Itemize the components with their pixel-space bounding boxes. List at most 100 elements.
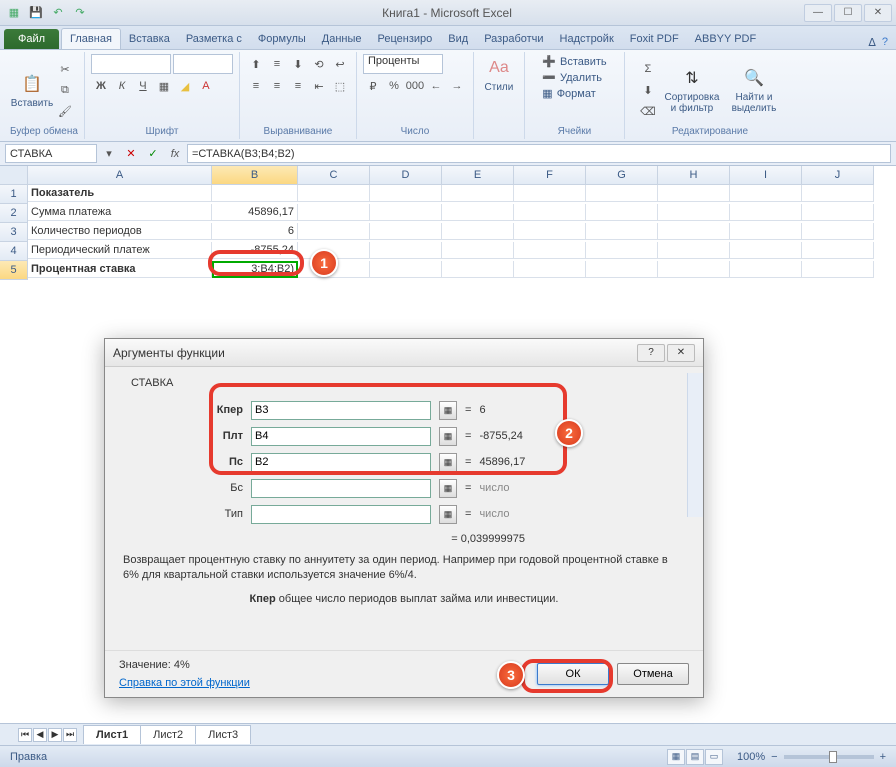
orient-icon[interactable]: ⟲ (309, 54, 329, 74)
cut-icon[interactable]: ✂ (55, 59, 75, 79)
col-head-d[interactable]: D (370, 166, 442, 185)
zoom-in-icon[interactable]: + (880, 751, 886, 763)
arg-input-kper[interactable] (251, 401, 431, 420)
tab-view[interactable]: Вид (440, 29, 476, 49)
dialog-close-button[interactable]: ✕ (667, 344, 695, 362)
row-head-3[interactable]: 3 (0, 223, 28, 242)
ok-button[interactable]: ОК (537, 663, 609, 685)
arg-input-bs[interactable] (251, 479, 431, 498)
close-button[interactable]: ✕ (864, 4, 892, 22)
currency-icon[interactable]: ₽ (363, 76, 383, 96)
range-picker-icon[interactable]: ▦ (439, 479, 457, 498)
row-head-1[interactable]: 1 (0, 185, 28, 204)
col-head-i[interactable]: I (730, 166, 802, 185)
wrap-icon[interactable]: ↩ (330, 54, 350, 74)
select-all-corner[interactable] (0, 166, 28, 185)
tab-abbyy[interactable]: ABBYY PDF (687, 29, 765, 49)
dialog-help-button[interactable]: ? (637, 344, 665, 362)
cancel-formula-icon[interactable]: ✕ (121, 144, 141, 163)
view-layout-icon[interactable]: ▤ (686, 749, 704, 765)
autosum-icon[interactable]: Σ (638, 59, 658, 79)
range-picker-icon[interactable]: ▦ (439, 401, 457, 420)
cancel-button[interactable]: Отмена (617, 663, 689, 685)
dialog-scrollbar[interactable] (687, 373, 703, 517)
cell-a2[interactable]: Сумма платежа (28, 204, 212, 221)
zoom-out-icon[interactable]: − (771, 751, 777, 763)
arg-input-plt[interactable] (251, 427, 431, 446)
paste-button[interactable]: 📋 Вставить (13, 70, 51, 111)
comma-icon[interactable]: 000 (405, 76, 425, 96)
underline-icon[interactable]: Ч (133, 76, 153, 96)
tab-formulas[interactable]: Формулы (250, 29, 314, 49)
sheet-first-icon[interactable]: ⏮ (18, 728, 32, 742)
tab-layout[interactable]: Разметка с (178, 29, 250, 49)
tab-addins[interactable]: Надстройк (552, 29, 622, 49)
cell-b1[interactable] (212, 185, 298, 202)
col-head-h[interactable]: H (658, 166, 730, 185)
border-icon[interactable]: ▦ (154, 76, 174, 96)
sheet-prev-icon[interactable]: ◀ (33, 728, 47, 742)
tab-review[interactable]: Рецензиро (370, 29, 441, 49)
undo-icon[interactable]: ↶ (48, 3, 68, 23)
col-head-c[interactable]: C (298, 166, 370, 185)
range-picker-icon[interactable]: ▦ (439, 505, 457, 524)
font-color-icon[interactable]: A (196, 76, 216, 96)
cell-a3[interactable]: Количество периодов (28, 223, 212, 240)
cell-b5[interactable]: 3;B4;B2) (212, 261, 298, 278)
align-bot-icon[interactable]: ⬇ (288, 54, 308, 74)
arg-input-tip[interactable] (251, 505, 431, 524)
insert-cells-button[interactable]: ➕Вставить (538, 54, 610, 69)
italic-icon[interactable]: К (112, 76, 132, 96)
find-button[interactable]: 🔍 Найти и выделить (726, 64, 782, 116)
minimize-ribbon-icon[interactable]: ᐃ (868, 36, 876, 49)
sheet-tab-2[interactable]: Лист2 (140, 725, 196, 744)
brush-icon[interactable]: 🖌 (55, 101, 75, 121)
font-size-combo[interactable] (173, 54, 233, 74)
maximize-button[interactable]: ☐ (834, 4, 862, 22)
row-head-4[interactable]: 4 (0, 242, 28, 261)
minimize-button[interactable]: — (804, 4, 832, 22)
sheet-last-icon[interactable]: ⏭ (63, 728, 77, 742)
cell-a1[interactable]: Показатель (28, 185, 212, 202)
cell-a4[interactable]: Периодический платеж (28, 242, 212, 259)
name-dropdown-icon[interactable]: ▾ (99, 144, 119, 163)
tab-home[interactable]: Главная (61, 28, 121, 49)
accept-formula-icon[interactable]: ✓ (143, 144, 163, 163)
cell-a5[interactable]: Процентная ставка (28, 261, 212, 278)
align-top-icon[interactable]: ⬆ (246, 54, 266, 74)
align-mid-icon[interactable]: ≡ (267, 54, 287, 74)
file-tab[interactable]: Файл (4, 29, 59, 49)
copy-icon[interactable]: ⧉ (55, 80, 75, 100)
fill-icon[interactable]: ◢ (175, 76, 195, 96)
help-link[interactable]: Справка по этой функции (119, 677, 250, 689)
sheet-tab-3[interactable]: Лист3 (195, 725, 251, 744)
col-head-f[interactable]: F (514, 166, 586, 185)
align-right-icon[interactable]: ≡ (288, 76, 308, 96)
dialog-title-bar[interactable]: Аргументы функции ? ✕ (105, 339, 703, 367)
cell-b3[interactable]: 6 (212, 223, 298, 240)
align-center-icon[interactable]: ≡ (267, 76, 287, 96)
arg-input-ps[interactable] (251, 453, 431, 472)
col-head-a[interactable]: A (28, 166, 212, 185)
fx-icon[interactable]: fx (165, 144, 185, 163)
tab-developer[interactable]: Разработчи (476, 29, 551, 49)
styles-button[interactable]: Aa Стили (480, 54, 518, 95)
merge-icon[interactable]: ⬚ (330, 76, 350, 96)
bold-icon[interactable]: Ж (91, 76, 111, 96)
tab-insert[interactable]: Вставка (121, 29, 178, 49)
dec-dec-icon[interactable]: → (447, 76, 467, 96)
col-head-b[interactable]: B (212, 166, 298, 185)
view-break-icon[interactable]: ▭ (705, 749, 723, 765)
help-icon[interactable]: ? (882, 36, 888, 49)
col-head-e[interactable]: E (442, 166, 514, 185)
col-head-g[interactable]: G (586, 166, 658, 185)
clear-icon[interactable]: ⌫ (638, 101, 658, 121)
delete-cells-button[interactable]: ➖Удалить (538, 70, 606, 85)
tab-foxit[interactable]: Foxit PDF (622, 29, 687, 49)
dec-inc-icon[interactable]: ← (426, 76, 446, 96)
sheet-tab-1[interactable]: Лист1 (83, 725, 141, 744)
font-name-combo[interactable] (91, 54, 171, 74)
row-head-2[interactable]: 2 (0, 204, 28, 223)
redo-icon[interactable]: ↷ (70, 3, 90, 23)
sheet-next-icon[interactable]: ▶ (48, 728, 62, 742)
